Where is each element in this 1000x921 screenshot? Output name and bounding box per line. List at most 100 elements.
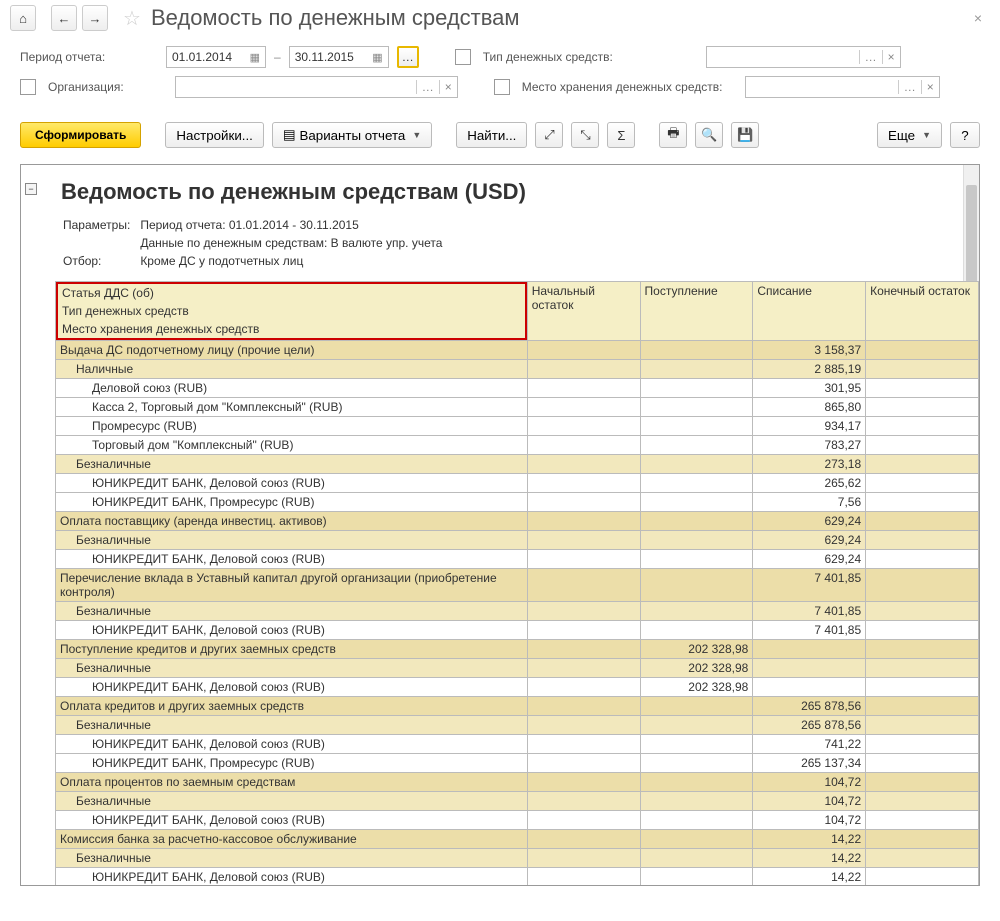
period-label: Период отчета:	[20, 50, 115, 64]
table-row[interactable]: Касса 2, Торговый дом "Комплексный" (RUB…	[56, 398, 979, 417]
table-row[interactable]: ЮНИКРЕДИТ БАНК, Деловой союз (RUB)741,22	[56, 735, 979, 754]
variants-icon: ▤	[283, 127, 296, 143]
row-value: 301,95	[753, 379, 866, 398]
collapse-toggle[interactable]: −	[25, 183, 37, 195]
org-checkbox[interactable]	[20, 79, 36, 95]
table-row[interactable]: ЮНИКРЕДИТ БАНК, Деловой союз (RUB)104,72	[56, 811, 979, 830]
row-value	[527, 602, 640, 621]
row-value: 14,22	[753, 849, 866, 868]
col-initial: Начальный остаток	[527, 282, 640, 341]
filter-text: Кроме ДС у подотчетных лиц	[140, 253, 450, 269]
dots-icon[interactable]: …	[898, 80, 921, 94]
table-row[interactable]: Безналичные273,18	[56, 455, 979, 474]
collapse-icon[interactable]: ⤡	[571, 122, 599, 148]
row-name: ЮНИКРЕДИТ БАНК, Деловой союз (RUB)	[56, 474, 528, 493]
row-value	[866, 868, 979, 886]
type-checkbox[interactable]	[455, 49, 471, 65]
row-value	[640, 436, 753, 455]
date-to-input[interactable]: 30.11.2015 ▦	[289, 46, 389, 68]
forward-button[interactable]: →	[82, 5, 108, 31]
clear-icon[interactable]: ×	[882, 50, 900, 64]
row-value	[527, 531, 640, 550]
row-value	[527, 735, 640, 754]
row-name: Безналичные	[56, 602, 528, 621]
storage-input[interactable]: …×	[745, 76, 940, 98]
table-row[interactable]: Безналичные629,24	[56, 531, 979, 550]
generate-button[interactable]: Сформировать	[20, 122, 141, 148]
table-row[interactable]: Наличные2 885,19	[56, 360, 979, 379]
table-row[interactable]: Деловой союз (RUB)301,95	[56, 379, 979, 398]
row-value: 265,62	[753, 474, 866, 493]
expand-icon[interactable]: ⤢	[535, 122, 563, 148]
table-row[interactable]: ЮНИКРЕДИТ БАНК, Промресурс (RUB)7,56	[56, 493, 979, 512]
table-row[interactable]: Безналичные14,22	[56, 849, 979, 868]
org-input[interactable]: …×	[175, 76, 458, 98]
help-button[interactable]: ?	[950, 122, 980, 148]
more-button[interactable]: Еще ▼	[877, 122, 942, 148]
clear-icon[interactable]: ×	[439, 80, 457, 94]
print-icon[interactable]: 🖶	[659, 122, 687, 148]
row-value	[527, 569, 640, 602]
variants-button[interactable]: ▤ Варианты отчета ▼	[272, 122, 432, 148]
row-value	[527, 341, 640, 360]
row-value	[866, 849, 979, 868]
table-row[interactable]: Поступление кредитов и других заемных ср…	[56, 640, 979, 659]
table-row[interactable]: Оплата процентов по заемным средствам104…	[56, 773, 979, 792]
settings-button[interactable]: Настройки...	[165, 122, 263, 148]
star-icon[interactable]: ☆	[123, 6, 141, 31]
sum-icon[interactable]: Σ	[607, 122, 635, 148]
table-row[interactable]: Безналичные202 328,98	[56, 659, 979, 678]
save-icon[interactable]: 💾	[731, 122, 759, 148]
table-row[interactable]: ЮНИКРЕДИТ БАНК, Деловой союз (RUB)14,22	[56, 868, 979, 886]
date-from-input[interactable]: 01.01.2014 ▦	[166, 46, 266, 68]
row-value: 7 401,85	[753, 569, 866, 602]
storage-checkbox[interactable]	[494, 79, 510, 95]
row-value: 783,27	[753, 436, 866, 455]
row-value	[640, 830, 753, 849]
back-button[interactable]: ←	[51, 5, 77, 31]
row-value	[640, 716, 753, 735]
row-value: 2 885,19	[753, 360, 866, 379]
calendar-icon[interactable]: ▦	[250, 51, 260, 64]
clear-icon[interactable]: ×	[921, 80, 939, 94]
close-button[interactable]: ×	[966, 6, 990, 30]
type-input[interactable]: …×	[706, 46, 901, 68]
row-value	[866, 716, 979, 735]
table-row[interactable]: ЮНИКРЕДИТ БАНК, Деловой союз (RUB)629,24	[56, 550, 979, 569]
row-value	[527, 455, 640, 474]
table-row[interactable]: Безналичные104,72	[56, 792, 979, 811]
table-row[interactable]: Безналичные7 401,85	[56, 602, 979, 621]
dots-icon[interactable]: …	[416, 80, 439, 94]
table-row[interactable]: Оплата поставщику (аренда инвестиц. акти…	[56, 512, 979, 531]
table-row[interactable]: ЮНИКРЕДИТ БАНК, Деловой союз (RUB)202 32…	[56, 678, 979, 697]
period-picker-button[interactable]: …	[397, 46, 419, 68]
row-value	[866, 602, 979, 621]
col-group-2: Тип денежных средств	[58, 302, 525, 320]
params-label: Параметры:	[63, 217, 138, 233]
find-button[interactable]: Найти...	[456, 122, 527, 148]
dots-icon[interactable]: …	[859, 50, 882, 64]
table-row[interactable]: Выдача ДС подотчетному лицу (прочие цели…	[56, 341, 979, 360]
row-value	[866, 735, 979, 754]
row-value	[527, 640, 640, 659]
row-value	[866, 811, 979, 830]
calendar-icon[interactable]: ▦	[372, 51, 382, 64]
row-name: ЮНИКРЕДИТ БАНК, Деловой союз (RUB)	[56, 621, 528, 640]
table-row[interactable]: ЮНИКРЕДИТ БАНК, Деловой союз (RUB)7 401,…	[56, 621, 979, 640]
row-name: Выдача ДС подотчетному лицу (прочие цели…	[56, 341, 528, 360]
home-button[interactable]: ⌂	[10, 5, 36, 31]
row-value: 202 328,98	[640, 640, 753, 659]
row-value	[527, 811, 640, 830]
table-row[interactable]: ЮНИКРЕДИТ БАНК, Деловой союз (RUB) 265,62	[56, 474, 979, 493]
table-row[interactable]: Комиссия банка за расчетно-кассовое обсл…	[56, 830, 979, 849]
table-row[interactable]: Торговый дом "Комплексный" (RUB)783,27	[56, 436, 979, 455]
row-value	[640, 398, 753, 417]
table-row[interactable]: Безналичные265 878,56	[56, 716, 979, 735]
table-row[interactable]: ЮНИКРЕДИТ БАНК, Промресурс (RUB)265 137,…	[56, 754, 979, 773]
table-row[interactable]: Промресурс (RUB)934,17	[56, 417, 979, 436]
table-row[interactable]: Перечисление вклада в Уставный капитал д…	[56, 569, 979, 602]
preview-icon[interactable]: 🔍	[695, 122, 723, 148]
row-value	[866, 398, 979, 417]
table-row[interactable]: Оплата кредитов и других заемных средств…	[56, 697, 979, 716]
row-value	[866, 474, 979, 493]
